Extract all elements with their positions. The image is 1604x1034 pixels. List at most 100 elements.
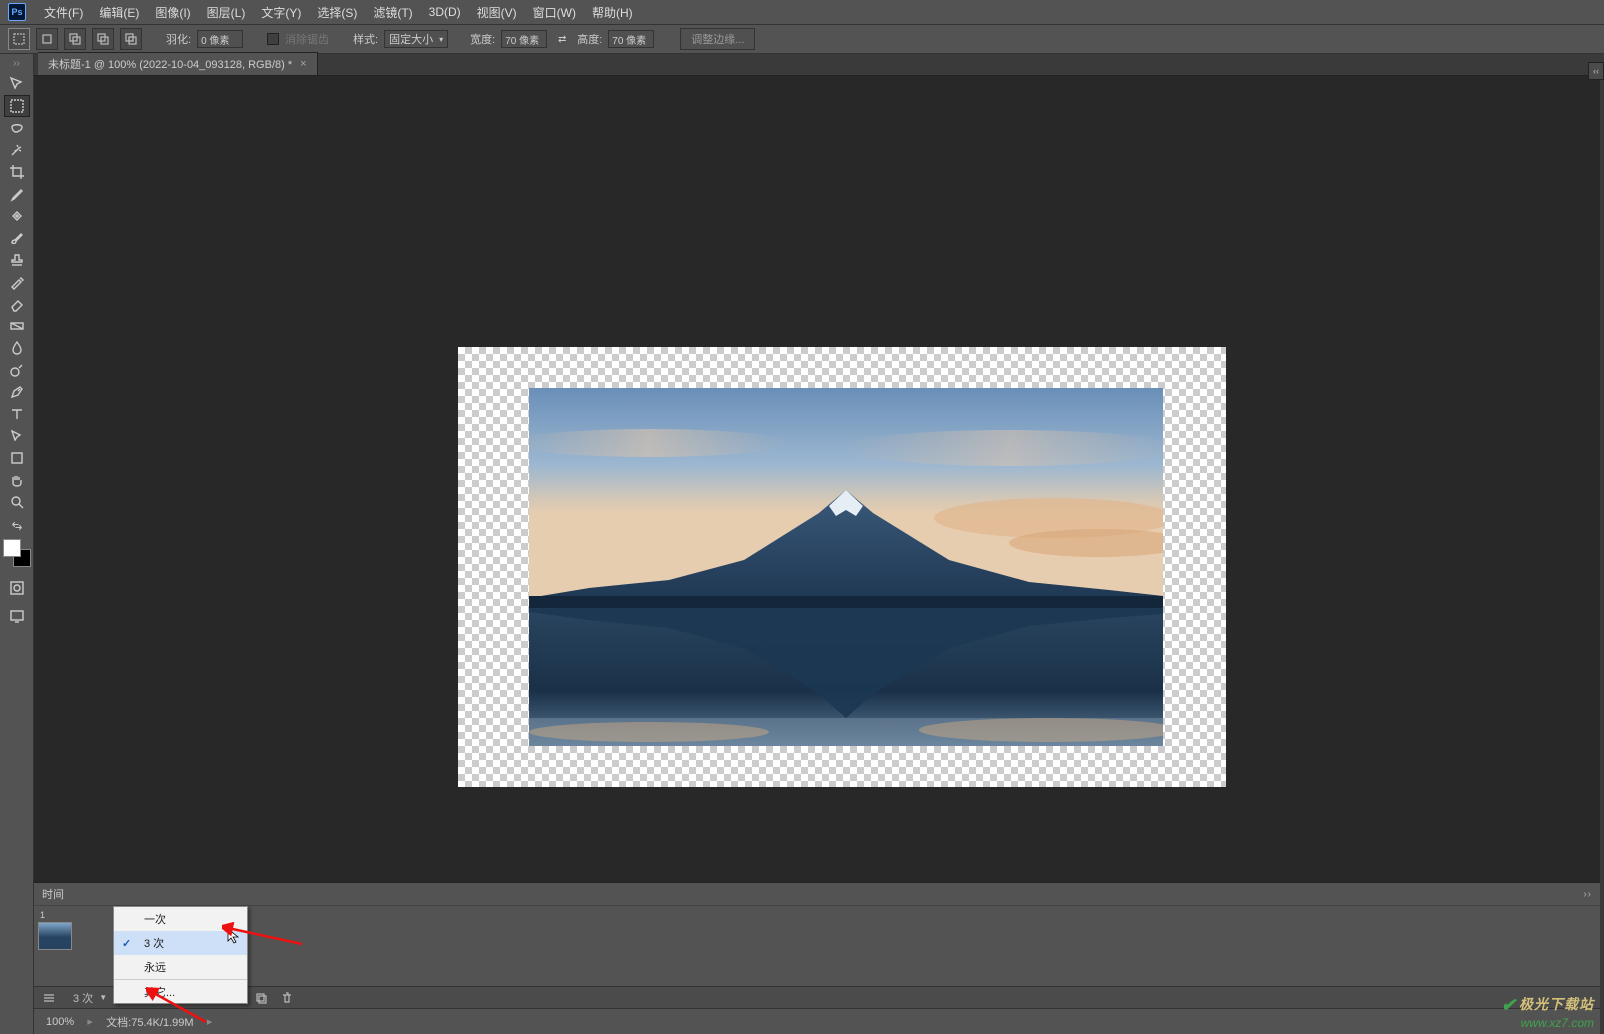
timeline-panel: 时间 ›› 1 一次 ✓ 3 次 永远 其它... (34, 882, 1600, 1008)
menu-view[interactable]: 视图(V) (469, 0, 525, 25)
menu-help[interactable]: 帮助(H) (584, 0, 641, 25)
timeline-convert-icon[interactable] (40, 990, 58, 1006)
width-input[interactable] (501, 30, 547, 48)
blur-tool[interactable] (4, 337, 30, 359)
anti-alias-label: 消除锯齿 (285, 31, 329, 47)
style-select[interactable]: 固定大小 ▾ (384, 30, 448, 48)
app-logo: Ps (8, 3, 26, 21)
move-tool[interactable] (4, 73, 30, 95)
menu-image[interactable]: 图像(I) (147, 0, 198, 25)
shape-tool[interactable] (4, 447, 30, 469)
quickmask-toggle[interactable] (4, 577, 30, 599)
width-label: 宽度: (470, 31, 495, 47)
delete-frame-button[interactable] (278, 990, 296, 1006)
eraser-tool[interactable] (4, 293, 30, 315)
right-dock (1600, 54, 1604, 1034)
pen-tool[interactable] (4, 381, 30, 403)
tool-bar: ›› (0, 54, 34, 1034)
gradient-tool[interactable] (4, 315, 30, 337)
right-panel-collapse-icon[interactable]: ‹‹ (1588, 62, 1604, 80)
status-info: 文档:75.4K/1.99M (106, 1014, 193, 1030)
menu-filter[interactable]: 滤镜(T) (365, 0, 420, 25)
path-selection-tool[interactable] (4, 425, 30, 447)
swap-dimensions-icon[interactable]: ⇄ (553, 31, 571, 47)
chevron-right-icon[interactable]: ▸ (206, 1017, 214, 1027)
timeline-frame-thumbnail (38, 922, 72, 950)
refine-edge-button[interactable]: 调整边缘... (680, 28, 755, 50)
selection-mode-intersect[interactable] (120, 28, 142, 50)
healing-tool[interactable] (4, 205, 30, 227)
loop-option-3times[interactable]: ✓ 3 次 (114, 931, 247, 955)
options-bar: 羽化: 消除锯齿 样式: 固定大小 ▾ 宽度: ⇄ 高度: 调整边缘... (0, 24, 1604, 54)
watermark-logo-icon: ✔ (1501, 995, 1517, 1015)
watermark: ✔极光下载站 www.xz7.com (1501, 994, 1594, 1030)
feather-input[interactable] (197, 30, 243, 48)
zoom-value[interactable]: 100% (46, 1016, 74, 1028)
feather-label: 羽化: (166, 31, 191, 47)
timeline-header: 时间 ›› (34, 883, 1600, 905)
timeline-body: 1 一次 ✓ 3 次 永远 其它... (34, 905, 1600, 965)
menu-select[interactable]: 选择(S) (309, 0, 365, 25)
marquee-tool[interactable] (4, 95, 30, 117)
toolbar-collapse-icon[interactable]: ›› (13, 58, 20, 69)
style-label: 样式: (353, 31, 378, 47)
current-tool-indicator[interactable] (8, 28, 30, 50)
chevron-down-icon: ▾ (439, 35, 443, 44)
loop-count-value: 3 次 (73, 990, 93, 1006)
status-value: 75.4K/1.99M (131, 1017, 193, 1029)
timeline-panel-collapse-icon[interactable]: ›› (1583, 889, 1592, 900)
canvas-area[interactable] (34, 76, 1600, 882)
watermark-line1: 极光下载站 (1519, 996, 1594, 1012)
document-tab-bar: 未标题-1 @ 100% (2022-10-04_093128, RGB/8) … (0, 54, 1604, 76)
loop-option-once[interactable]: 一次 (114, 907, 247, 931)
height-input[interactable] (608, 30, 654, 48)
style-value: 固定大小 (389, 31, 433, 47)
loop-options-popup: 一次 ✓ 3 次 永远 其它... (113, 906, 248, 1004)
loop-option-forever[interactable]: 永远 (114, 955, 247, 979)
chevron-down-icon: ▼ (99, 993, 107, 1002)
timeline-panel-label: 时间 (42, 886, 64, 902)
chevron-right-icon[interactable]: ▸ (86, 1017, 94, 1027)
selection-mode-add[interactable] (64, 28, 86, 50)
document-tab-title: 未标题-1 @ 100% (2022-10-04_093128, RGB/8) … (48, 56, 292, 72)
loop-count-select[interactable]: 3 次 ▼ (66, 988, 114, 1008)
selection-mode-new[interactable] (36, 28, 58, 50)
timeline-frame-number: 1 (38, 910, 72, 922)
status-label: 文档: (106, 1017, 131, 1029)
loop-option-other[interactable]: 其它... (114, 979, 247, 1003)
menu-layer[interactable]: 图层(L) (199, 0, 254, 25)
status-bar: 100% ▸ 文档:75.4K/1.99M ▸ (34, 1008, 1600, 1034)
magic-wand-tool[interactable] (4, 139, 30, 161)
menu-3d[interactable]: 3D(D) (421, 1, 469, 23)
check-icon: ✓ (122, 937, 131, 950)
crop-tool[interactable] (4, 161, 30, 183)
foreground-background-colors[interactable] (3, 539, 31, 567)
duplicate-frame-button[interactable] (252, 990, 270, 1006)
document-tab[interactable]: 未标题-1 @ 100% (2022-10-04_093128, RGB/8) … (38, 52, 318, 75)
zoom-tool[interactable] (4, 491, 30, 513)
menu-file[interactable]: 文件(F) (36, 0, 91, 25)
menu-edit[interactable]: 编辑(E) (91, 0, 147, 25)
menu-window[interactable]: 窗口(W) (525, 0, 584, 25)
anti-alias-checkbox (267, 33, 279, 45)
image-layer (529, 388, 1163, 746)
menu-bar: Ps 文件(F) 编辑(E) 图像(I) 图层(L) 文字(Y) 选择(S) 滤… (0, 0, 1604, 24)
watermark-line2: www.xz7.com (1501, 1016, 1594, 1030)
timeline-frame[interactable]: 1 (38, 910, 72, 950)
height-label: 高度: (577, 31, 602, 47)
close-icon[interactable]: × (300, 58, 306, 70)
swap-colors-icon[interactable] (4, 519, 30, 533)
dodge-tool[interactable] (4, 359, 30, 381)
foreground-color-swatch[interactable] (3, 539, 21, 557)
menu-text[interactable]: 文字(Y) (253, 0, 309, 25)
document-canvas[interactable] (458, 347, 1226, 787)
screenmode-toggle[interactable] (4, 605, 30, 627)
type-tool[interactable] (4, 403, 30, 425)
eyedropper-tool[interactable] (4, 183, 30, 205)
history-brush-tool[interactable] (4, 271, 30, 293)
selection-mode-subtract[interactable] (92, 28, 114, 50)
brush-tool[interactable] (4, 227, 30, 249)
hand-tool[interactable] (4, 469, 30, 491)
stamp-tool[interactable] (4, 249, 30, 271)
lasso-tool[interactable] (4, 117, 30, 139)
